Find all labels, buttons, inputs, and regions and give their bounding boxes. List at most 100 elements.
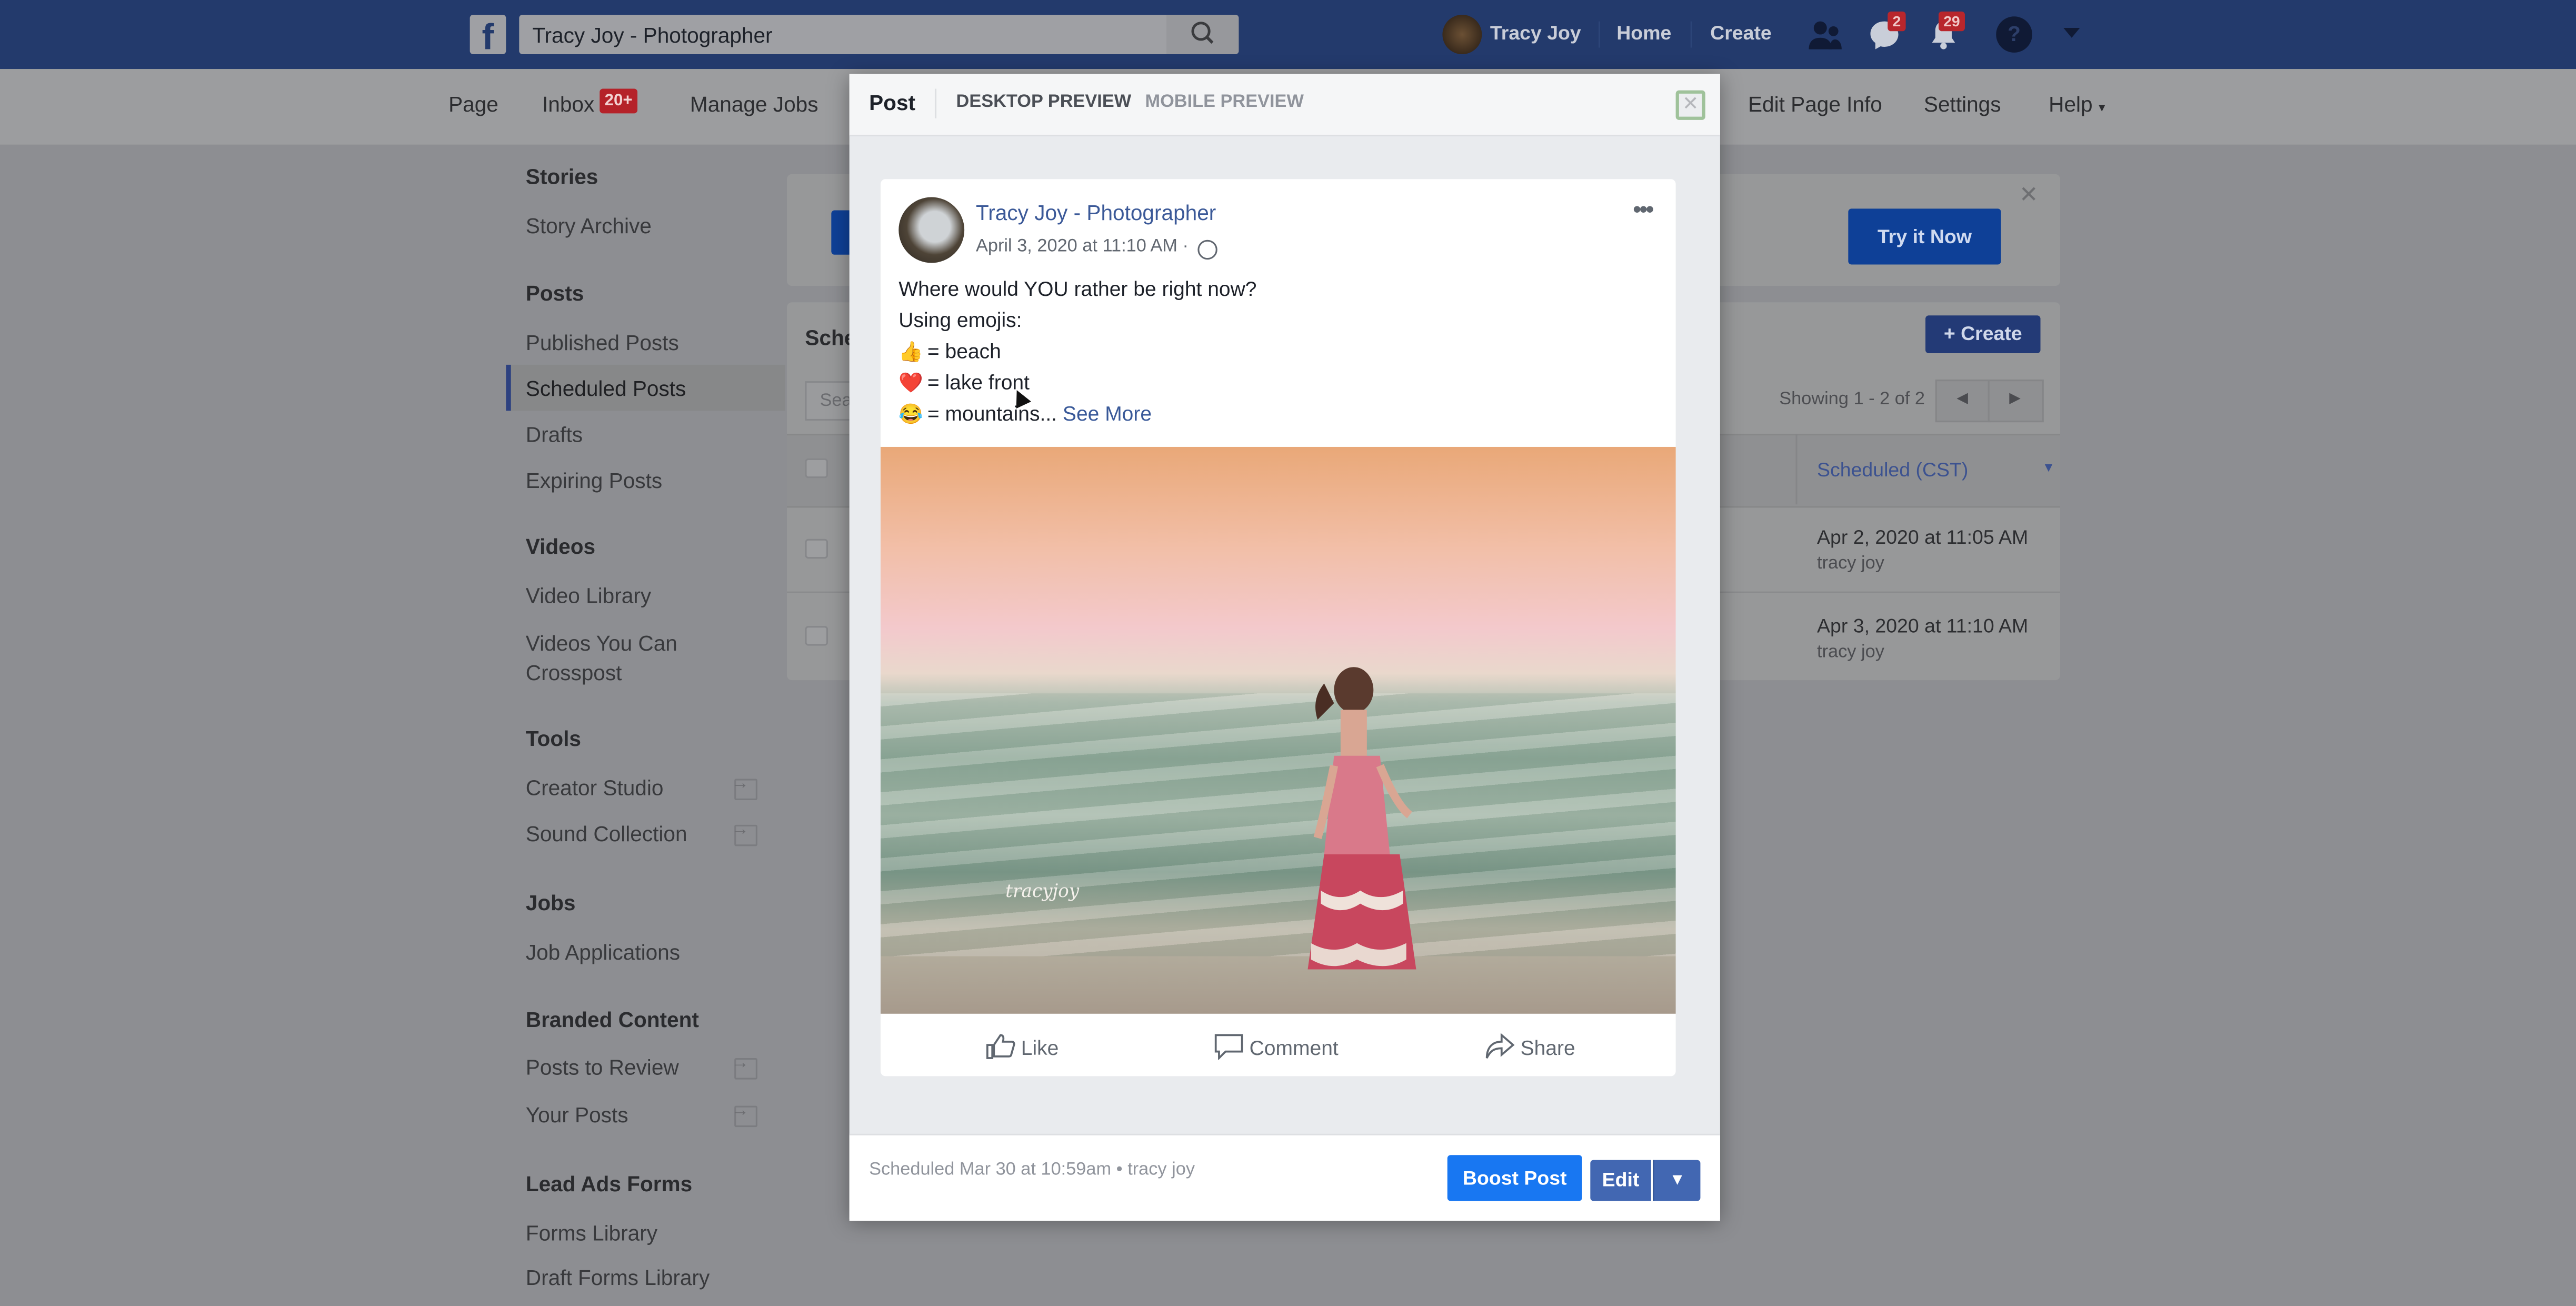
- sidebar-item-videos-crosspost[interactable]: Videos You Can Crosspost: [526, 629, 706, 688]
- boost-post-button[interactable]: Boost Post: [1447, 1155, 1582, 1201]
- sidebar-heading-branded-content: Branded Content: [525, 1007, 699, 1032]
- external-link-icon: [731, 1053, 757, 1080]
- post-text-line: 👍 = beach: [898, 340, 1001, 363]
- sidebar-item-video-library[interactable]: Video Library: [526, 583, 651, 608]
- help-icon[interactable]: ?: [1996, 16, 2032, 53]
- column-divider: [1795, 433, 1798, 505]
- laughing-emoji-icon: 😂: [898, 402, 923, 426]
- globe-icon: [1197, 240, 1217, 260]
- messages-badge: 2: [1888, 11, 1906, 32]
- sidebar-item-forms-library[interactable]: Forms Library: [526, 1221, 657, 1245]
- external-link-icon: [731, 1101, 757, 1128]
- tab-desktop-preview[interactable]: DESKTOP PREVIEW: [956, 92, 1132, 112]
- tab-post[interactable]: Post: [869, 91, 915, 115]
- scheduled-status: Scheduled Mar 30 at 10:59am • tracy joy: [869, 1160, 1195, 1180]
- sidebar-heading-jobs: Jobs: [525, 890, 576, 915]
- search-input[interactable]: [532, 15, 1157, 54]
- photo-subject: [1307, 667, 1416, 970]
- share-icon: [1485, 1033, 1515, 1059]
- nav-settings[interactable]: Settings: [1924, 92, 2001, 117]
- post-text-line: Where would YOU rather be right now?: [898, 277, 1257, 301]
- thumbs-up-emoji-icon: 👍: [898, 340, 923, 363]
- sidebar-item-creator-studio[interactable]: Creator Studio: [526, 775, 664, 800]
- chevron-down-icon: ▾: [2098, 100, 2105, 115]
- nav-manage-jobs[interactable]: Manage Jobs: [690, 92, 818, 117]
- sidebar-item-posts-to-review[interactable]: Posts to Review: [526, 1055, 679, 1080]
- chevron-left-icon: ◀: [1956, 389, 1968, 406]
- post-photo[interactable]: tracyjoy: [880, 446, 1676, 1014]
- sidebar-item-story-archive[interactable]: Story Archive: [526, 214, 652, 238]
- sort-caret-icon[interactable]: ▼: [2042, 460, 2055, 475]
- close-icon[interactable]: ✕: [2019, 181, 2039, 208]
- share-label: Share: [1520, 1036, 1575, 1060]
- create-post-button[interactable]: + Create: [1925, 315, 2041, 354]
- external-link-icon: [731, 820, 757, 846]
- notifications-badge: 29: [1939, 11, 1965, 32]
- sidebar-item-job-applications[interactable]: Job Applications: [526, 940, 680, 964]
- divider: [1690, 21, 1692, 48]
- sidebar-item-published-posts[interactable]: Published Posts: [526, 330, 679, 355]
- like-button[interactable]: Like: [986, 1033, 1059, 1060]
- search-icon: [1191, 22, 1214, 44]
- see-more-link[interactable]: See More: [1063, 403, 1152, 426]
- sidebar-item-expiring-posts[interactable]: Expiring Posts: [526, 468, 662, 493]
- prev-page-button[interactable]: ◀: [1935, 379, 1991, 423]
- post-timestamp[interactable]: April 3, 2020 at 11:10 AM ·: [976, 236, 1189, 256]
- row-user: tracy joy: [1817, 553, 1884, 574]
- account-menu-caret-icon[interactable]: [2063, 28, 2080, 38]
- sidebar-item-scheduled-posts[interactable]: Scheduled Posts: [526, 376, 686, 401]
- post-text-line: Using emojis:: [898, 308, 1022, 332]
- search-box: [519, 15, 1239, 54]
- row-user: tracy joy: [1817, 642, 1884, 662]
- next-page-button[interactable]: ▶: [1988, 379, 2044, 423]
- sidebar-heading-posts: Posts: [525, 281, 584, 306]
- page-name-link[interactable]: Tracy Joy - Photographer: [976, 201, 1216, 225]
- profile-link[interactable]: Tracy Joy: [1490, 22, 1581, 45]
- sidebar-item-drafts[interactable]: Drafts: [526, 422, 583, 447]
- comment-button[interactable]: Comment: [1214, 1033, 1339, 1061]
- post-text-line: 😂 = mountains... See More: [898, 403, 1152, 426]
- scheduled-column-header[interactable]: Scheduled (CST): [1817, 458, 1968, 482]
- post-preview-modal: Post DESKTOP PREVIEW MOBILE PREVIEW ✕ Tr…: [849, 74, 1720, 1221]
- nav-edit-page-info[interactable]: Edit Page Info: [1748, 92, 1882, 117]
- modal-header: Post DESKTOP PREVIEW MOBILE PREVIEW ✕: [849, 74, 1720, 137]
- profile-avatar[interactable]: [1442, 15, 1482, 54]
- row-checkbox[interactable]: [805, 626, 828, 646]
- row-checkbox[interactable]: [805, 539, 828, 559]
- nav-inbox[interactable]: Inbox: [542, 92, 594, 117]
- nav-help[interactable]: Help ▾: [2049, 92, 2105, 117]
- photo-watermark: tracyjoy: [1005, 880, 1080, 902]
- post-actions-bar: Like Comment Share: [881, 1014, 1676, 1076]
- sidebar-active-indicator: [506, 364, 511, 411]
- home-link[interactable]: Home: [1616, 22, 1671, 45]
- nav-page[interactable]: Page: [448, 92, 498, 117]
- heart-emoji-icon: ❤️: [898, 371, 923, 395]
- row-scheduled-date: Apr 2, 2020 at 11:05 AM: [1817, 525, 2029, 549]
- sidebar-item-draft-forms-library[interactable]: Draft Forms Library: [526, 1265, 710, 1290]
- page-avatar[interactable]: [898, 197, 965, 263]
- edit-options-caret-icon[interactable]: ▼: [1652, 1160, 1701, 1201]
- tab-divider: [934, 88, 937, 118]
- like-label: Like: [1021, 1036, 1059, 1060]
- notifications-button[interactable]: 29: [1927, 11, 1965, 51]
- tab-mobile-preview[interactable]: MOBILE PREVIEW: [1145, 92, 1303, 112]
- create-link[interactable]: Create: [1710, 22, 1772, 45]
- messenger-button[interactable]: 2: [1868, 11, 1906, 51]
- sidebar-item-your-posts[interactable]: Your Posts: [526, 1102, 628, 1127]
- search-placeholder: Sea: [820, 391, 852, 411]
- select-all-checkbox[interactable]: [805, 458, 828, 478]
- share-button[interactable]: Share: [1485, 1033, 1575, 1060]
- edit-button[interactable]: Edit: [1590, 1160, 1651, 1201]
- facebook-logo-icon[interactable]: f: [470, 15, 506, 54]
- external-link-icon: [731, 774, 757, 801]
- post-text: = mountains...: [927, 402, 1057, 426]
- search-button[interactable]: [1166, 15, 1239, 54]
- sidebar-heading-videos: Videos: [525, 534, 596, 559]
- sidebar-item-sound-collection[interactable]: Sound Collection: [526, 822, 687, 846]
- pagination-text: Showing 1 - 2 of 2: [1779, 389, 1925, 410]
- friend-requests-button[interactable]: [1807, 18, 1842, 51]
- close-icon[interactable]: ✕: [1675, 90, 1705, 120]
- try-it-now-button[interactable]: Try it Now: [1848, 208, 2001, 265]
- more-options-icon[interactable]: •••: [1633, 195, 1654, 222]
- comment-label: Comment: [1249, 1036, 1339, 1060]
